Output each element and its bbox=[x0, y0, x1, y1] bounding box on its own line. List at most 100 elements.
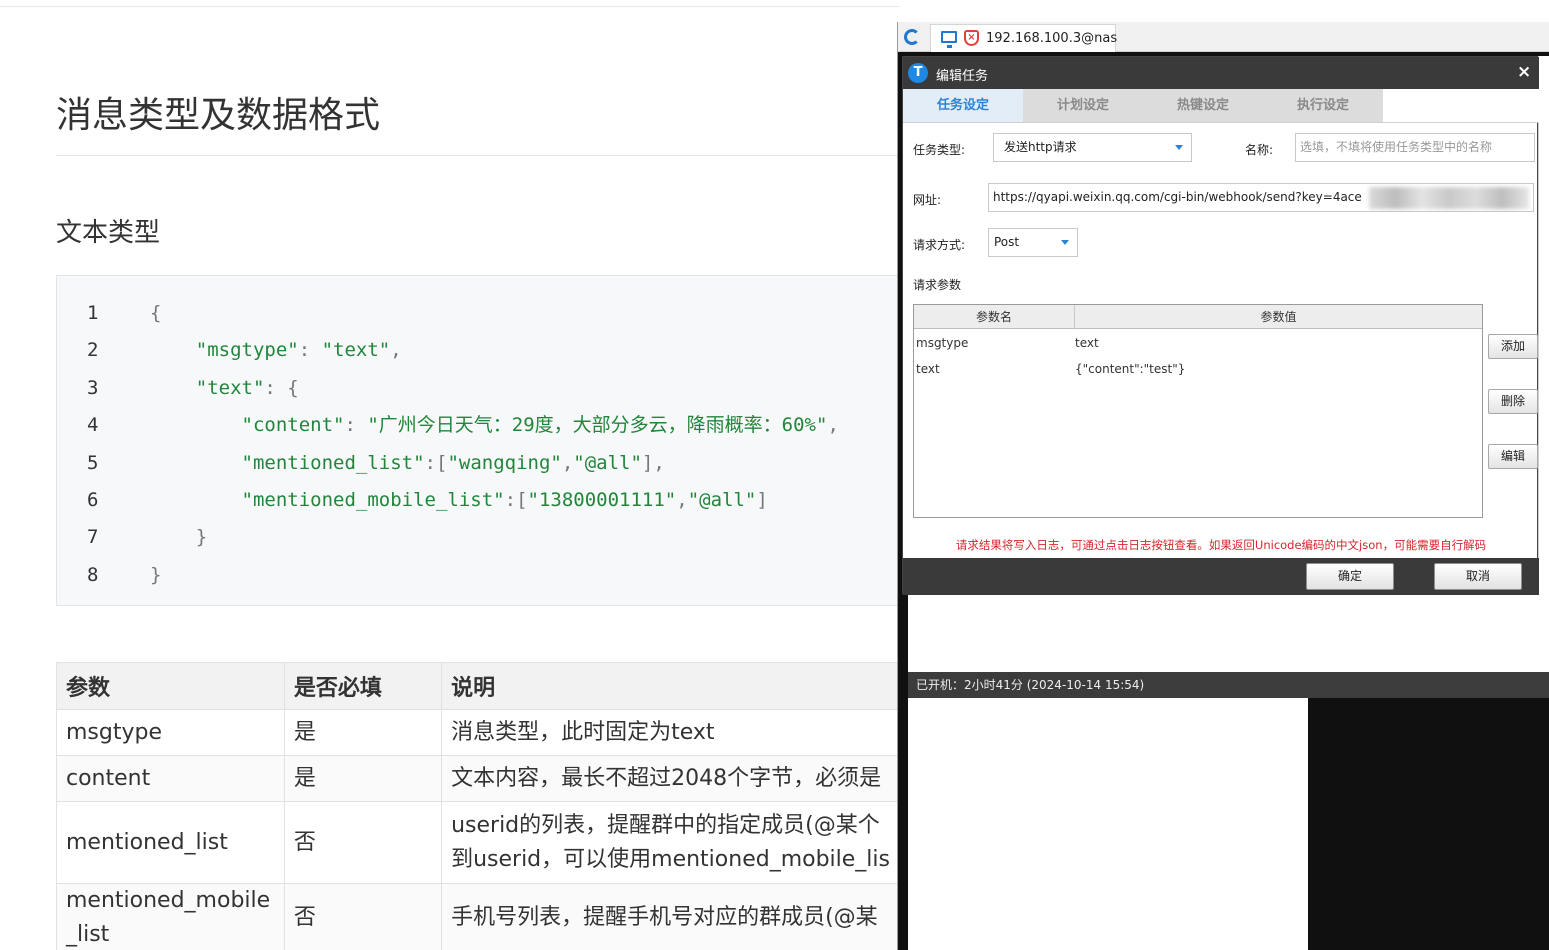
table-cell: 否 bbox=[283, 801, 443, 884]
edit-task-dialog: T 编辑任务 × 任务设定 计划设定 热键设定 执行设定 任务类型: 发送htt… bbox=[902, 56, 1539, 595]
code-token: { bbox=[150, 302, 162, 324]
code-line: 8} bbox=[57, 557, 901, 594]
table-cell-line: 是 bbox=[293, 719, 316, 745]
code-line: 6 "mentioned_mobile_list":["13800001111"… bbox=[57, 482, 901, 519]
edit-param-button[interactable]: 编辑 bbox=[1488, 444, 1538, 469]
code-text: } bbox=[150, 557, 161, 594]
code-token: :[ bbox=[424, 451, 448, 474]
monitor-icon bbox=[941, 31, 957, 48]
line-number: 8 bbox=[87, 563, 99, 586]
code-line: 3 "text": { bbox=[57, 370, 901, 407]
code-text: { bbox=[150, 295, 161, 332]
table-cell-line: 是 bbox=[293, 765, 316, 791]
table-header-desc: 说明 bbox=[441, 662, 900, 710]
code-token: "mentioned_mobile_list" bbox=[241, 489, 505, 511]
code-token: , bbox=[561, 451, 574, 474]
table-cell: 是 bbox=[283, 755, 443, 802]
params-label: 请求参数 bbox=[913, 278, 962, 292]
table-cell: 消息类型，此时固定为text bbox=[441, 709, 900, 756]
code-block: 1{2 "msgtype": "text", 3 "text": {4 "cont… bbox=[56, 275, 900, 606]
table-cell-line: userid的列表，提醒群中的指定成员(@某个 bbox=[451, 812, 880, 838]
method-label: 请求方式: bbox=[913, 238, 966, 252]
table-cell-line: 消息类型，此时固定为text bbox=[451, 719, 715, 745]
table-row: mentioned_mobile _list 否 手机号列表，提醒手机号对应的群成员(… bbox=[56, 883, 900, 950]
code-token: : bbox=[298, 339, 322, 362]
table-row: mentioned_list 否 userid的列表，提醒群中的指定成员(@某个 到u… bbox=[56, 801, 900, 884]
code-line: 4 "content": "广州今日天气：29度，大部分多云，降雨概率：60%"… bbox=[57, 407, 901, 444]
code-text: "msgtype": "text", bbox=[150, 332, 402, 369]
ok-button[interactable]: 确定 bbox=[1306, 563, 1394, 590]
table-cell-line: 否 bbox=[293, 829, 316, 855]
params-grid-row[interactable]: msgtype text bbox=[914, 330, 1482, 356]
code-text: "mentioned_mobile_list":["13800001111","… bbox=[150, 482, 768, 519]
table-row: content 是 文本内容，最长不超过2048个字节，必须是 bbox=[56, 755, 900, 802]
page-top-divider bbox=[0, 6, 900, 7]
grid-header-value: 参数值 bbox=[1260, 310, 1297, 324]
remote-tab-label: 192.168.100.3@nas bbox=[986, 31, 1118, 46]
params-grid-row[interactable]: text {"content":"test"} bbox=[914, 356, 1482, 382]
shield-icon: × bbox=[964, 30, 979, 46]
line-number: 4 bbox=[87, 414, 99, 437]
code-token: "mentioned_list" bbox=[241, 451, 425, 474]
cancel-button[interactable]: 取消 bbox=[1434, 563, 1522, 590]
line-number: 6 bbox=[87, 489, 99, 511]
params-grid-header: 参数名 参数值 bbox=[914, 305, 1482, 329]
code-text: "text": { bbox=[150, 370, 299, 407]
tab-hotkey-settings[interactable]: 热键设定 bbox=[1143, 89, 1263, 122]
code-token: "content" bbox=[241, 414, 345, 437]
code-token: "广州今日天气：29度，大部分多云，降雨概率：60%" bbox=[367, 414, 828, 437]
table-header-required: 是否必填 bbox=[283, 662, 443, 710]
line-number: 1 bbox=[87, 302, 99, 324]
code-token: } bbox=[150, 563, 162, 586]
tab-schedule-settings[interactable]: 计划设定 bbox=[1023, 89, 1143, 122]
task-type-select[interactable]: 发送http请求 bbox=[993, 133, 1192, 162]
code-token: ], bbox=[641, 451, 665, 474]
name-input[interactable]: 选填，不填将使用任务类型中的名称 bbox=[1295, 133, 1535, 162]
param-value-cell: text bbox=[1075, 336, 1099, 350]
code-line: 7 } bbox=[57, 519, 901, 556]
code-token: "@all" bbox=[573, 451, 642, 474]
method-select[interactable]: Post bbox=[988, 228, 1078, 257]
table-cell-line: msgtype bbox=[66, 719, 163, 745]
code-line: 5 "mentioned_list":["wangqing","@all"], bbox=[57, 445, 901, 482]
delete-param-button[interactable]: 删除 bbox=[1488, 389, 1538, 414]
url-value: https://qyapi.weixin.qq.com/cgi-bin/webh… bbox=[993, 190, 1362, 204]
code-token: : bbox=[344, 414, 368, 437]
table-cell: 否 bbox=[283, 883, 443, 950]
line-number: 2 bbox=[87, 339, 99, 362]
url-input[interactable]: https://qyapi.weixin.qq.com/cgi-bin/webh… bbox=[988, 183, 1534, 212]
tab-exec-settings[interactable]: 执行设定 bbox=[1263, 89, 1383, 122]
table-cell-line: mentioned_list bbox=[66, 829, 228, 855]
remote-session-tab[interactable]: × 192.168.100.3@nas bbox=[930, 24, 1118, 52]
code-token: ] bbox=[756, 489, 768, 511]
table-cell-line: 到userid，可以使用mentioned_mobile_lis bbox=[451, 846, 890, 872]
param-value-cell: {"content":"test"} bbox=[1075, 362, 1186, 376]
params-grid[interactable]: 参数名 参数值 msgtype text text {"content":"te… bbox=[913, 304, 1483, 518]
app-logo-icon: T bbox=[908, 63, 928, 83]
code-token: "wangqing" bbox=[447, 451, 562, 474]
code-token: , bbox=[827, 414, 839, 437]
table-cell: 手机号列表，提醒手机号对应的群成员(@某 bbox=[441, 883, 900, 950]
code-token: "text" bbox=[321, 339, 391, 362]
code-token: "text" bbox=[195, 376, 265, 399]
name-label: 名称: bbox=[1245, 143, 1274, 157]
refresh-icon[interactable] bbox=[904, 29, 920, 45]
redacted-key bbox=[1369, 187, 1529, 209]
table-cell-line: mentioned_mobile bbox=[66, 888, 271, 913]
table-cell: content bbox=[56, 755, 285, 802]
table-header-row: 参数 是否必填 说明 bbox=[56, 662, 900, 710]
code-token: "msgtype" bbox=[195, 339, 299, 362]
code-token: :[ bbox=[504, 489, 528, 511]
add-param-button[interactable]: 添加 bbox=[1488, 334, 1538, 359]
code-token: "@all" bbox=[687, 489, 757, 511]
code-line: 1{ bbox=[57, 295, 901, 332]
page-title: 消息类型及数据格式 bbox=[56, 95, 381, 136]
line-number: 3 bbox=[87, 376, 99, 399]
close-icon[interactable]: × bbox=[1517, 62, 1531, 82]
tab-task-settings[interactable]: 任务设定 bbox=[903, 89, 1023, 122]
remote-status-bar: 已开机：2小时41分 (2024-10-14 15:54) bbox=[908, 672, 1549, 698]
code-token: "13800001111" bbox=[527, 489, 677, 511]
dialog-footer: 确定 取消 bbox=[903, 558, 1539, 595]
